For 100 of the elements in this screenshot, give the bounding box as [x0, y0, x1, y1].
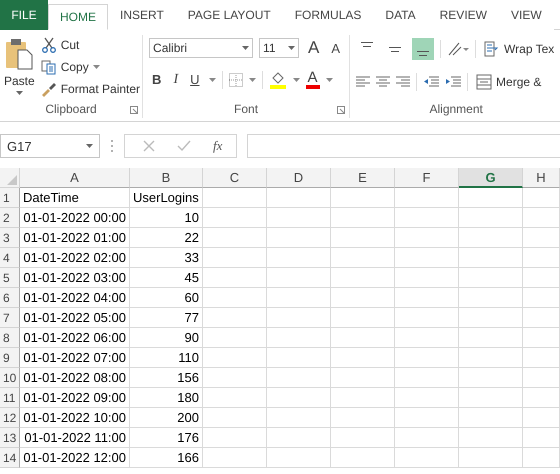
row-header[interactable]: 12 [0, 408, 20, 428]
table-cell [459, 228, 523, 248]
table-cell [203, 268, 267, 288]
column-header[interactable]: H [523, 168, 560, 188]
table-cell [523, 308, 560, 328]
table-cell [203, 388, 267, 408]
table-cell [459, 268, 523, 288]
row-header[interactable]: 14 [0, 448, 20, 468]
merge-button[interactable]: Merge & [474, 72, 544, 92]
italic-button[interactable]: I [170, 72, 182, 88]
fill-bucket-icon[interactable] [268, 70, 286, 88]
grip-icon [110, 139, 114, 153]
column-header[interactable]: B [130, 168, 203, 188]
table-cell [203, 348, 267, 368]
row-header[interactable]: 11 [0, 388, 20, 408]
table-cell [203, 228, 267, 248]
table-cell [523, 268, 560, 288]
table-cell [203, 408, 267, 428]
table-cell [331, 308, 395, 328]
table-cell [331, 188, 395, 208]
table-cell [395, 428, 459, 448]
row-header[interactable]: 9 [0, 348, 20, 368]
table-cell [267, 248, 331, 268]
row-header[interactable]: 4 [0, 248, 20, 268]
table-cell [267, 308, 331, 328]
table-cell [459, 408, 523, 428]
row-header[interactable]: 1 [0, 188, 20, 208]
font-name-field[interactable]: Calibri [149, 38, 254, 58]
table-cell [203, 208, 267, 228]
wrap-text-icon [484, 41, 500, 57]
decrease-indent-icon[interactable] [423, 76, 440, 88]
row-header[interactable]: 6 [0, 288, 20, 308]
table-cell [331, 288, 395, 308]
column-header[interactable]: E [331, 168, 395, 188]
column-header[interactable]: A [20, 168, 130, 188]
row-header[interactable]: 10 [0, 368, 20, 388]
name-box[interactable]: G17 [0, 134, 100, 158]
row-header[interactable]: 8 [0, 328, 20, 348]
vertical-align-button[interactable] [412, 38, 434, 60]
row-header[interactable]: 7 [0, 308, 20, 328]
grow-font-button[interactable]: A [305, 38, 322, 58]
table-cell: UserLogins [130, 188, 203, 208]
column-header[interactable]: F [395, 168, 459, 188]
cut-button[interactable]: Cut [38, 35, 142, 55]
table-cell [203, 188, 267, 208]
table-cell: 01-01-2022 12:00 [20, 448, 130, 468]
table-cell [395, 388, 459, 408]
table-cell [267, 328, 331, 348]
insert-function-button[interactable]: fx [213, 138, 222, 154]
borders-icon[interactable] [228, 72, 242, 86]
table-cell [395, 228, 459, 248]
table-cell: 01-01-2022 10:00 [20, 408, 130, 428]
increase-indent-icon[interactable] [445, 76, 462, 88]
column-header[interactable]: D [267, 168, 331, 188]
table-cell: DateTime [20, 188, 130, 208]
table-cell [395, 408, 459, 428]
row-header[interactable]: 2 [0, 208, 20, 228]
table-cell [523, 228, 560, 248]
wrap-text-button[interactable]: Wrap Tex [482, 39, 556, 59]
clipboard-icon [4, 37, 34, 71]
formula-input-field[interactable] [247, 134, 560, 158]
shrink-font-button[interactable]: A [328, 40, 344, 56]
column-header[interactable]: C [203, 168, 267, 188]
font-size-field[interactable]: 11 [259, 38, 300, 58]
table-cell [331, 328, 395, 348]
launcher-icon [337, 106, 346, 114]
format-painter-button[interactable]: Format Painter [38, 79, 142, 99]
caret-icon [326, 78, 333, 82]
row-header[interactable]: 3 [0, 228, 20, 248]
orientation-icon[interactable] [447, 41, 470, 57]
table-cell [331, 348, 395, 368]
table-cell [459, 448, 523, 468]
align-right-icon[interactable] [396, 76, 410, 88]
align-center-icon[interactable] [376, 76, 390, 88]
copy-button[interactable]: Copy [38, 57, 142, 77]
font-color-button[interactable]: A [306, 70, 320, 89]
column-header[interactable]: G [459, 168, 523, 188]
group-label: Font [234, 102, 258, 116]
row-header[interactable]: 5 [0, 268, 20, 288]
table-cell: 156 [130, 368, 203, 388]
align-lines-icon [389, 46, 402, 52]
table-cell [523, 348, 560, 368]
table-cell: 01-01-2022 11:00 [20, 428, 130, 448]
table-cell [395, 348, 459, 368]
bold-button[interactable]: B [149, 72, 164, 87]
table-cell [267, 388, 331, 408]
checkmark-icon[interactable] [177, 140, 191, 152]
table-cell [459, 388, 523, 408]
table-cell: 01-01-2022 03:00 [20, 268, 130, 288]
paste-button[interactable]: Paste [0, 35, 39, 100]
underline-button[interactable]: U [187, 72, 202, 87]
table-cell [395, 368, 459, 388]
align-left-icon[interactable] [356, 76, 370, 88]
table-cell [203, 288, 267, 308]
table-cell [523, 388, 560, 408]
file-tab[interactable]: FILE [0, 0, 48, 30]
table-cell: 166 [130, 448, 203, 468]
table-cell: 90 [130, 328, 203, 348]
ribbon-tab[interactable]: HOME [48, 4, 108, 30]
row-header[interactable]: 13 [0, 428, 20, 448]
